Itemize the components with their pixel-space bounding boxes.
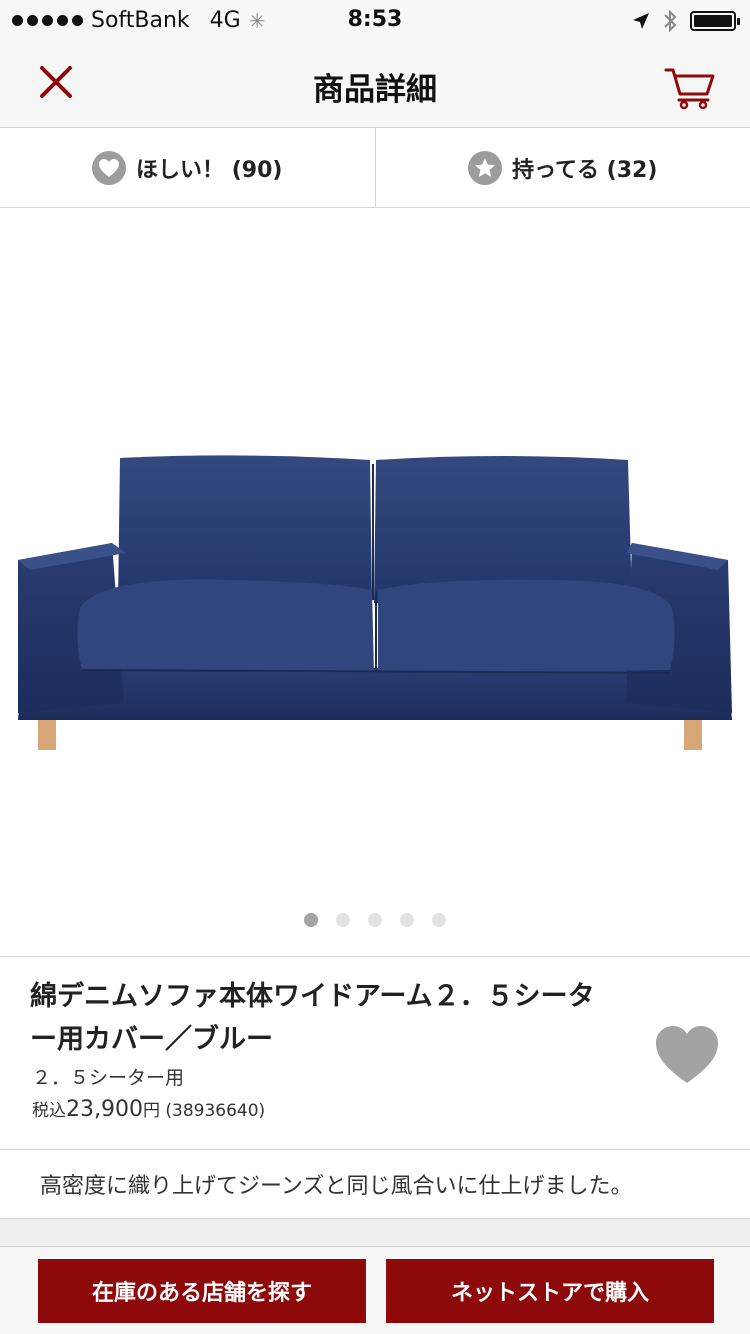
page-title: 商品詳細: [313, 72, 437, 108]
carousel-dot[interactable]: [368, 913, 382, 927]
section-divider: [0, 1218, 750, 1248]
carousel-pagination[interactable]: [0, 913, 750, 927]
star-icon: [468, 150, 503, 185]
product-name-line-1: 綿デニムソファ本体ワイドアーム２．５シータ: [30, 981, 595, 1012]
navigation-bar: 商品詳細: [0, 40, 750, 128]
price-prefix: 税込: [32, 1101, 66, 1121]
product-info: 綿デニムソファ本体ワイドアーム２．５シータ ー用カバー／ブルー ２．５シーター用…: [0, 956, 750, 1150]
have-label: 持ってる (32): [512, 157, 658, 183]
product-description: 高密度に織り上げてジーンズと同じ風合いに仕上げました。: [40, 1174, 633, 1199]
bluetooth-icon: [664, 9, 677, 33]
product-code: (38936640): [165, 1101, 266, 1121]
product-name: 綿デニムソファ本体ワイドアーム２．５シータ ー用カバー／ブルー: [30, 975, 630, 1061]
buy-online-button[interactable]: ネットストアで購入: [386, 1259, 714, 1323]
have-button[interactable]: 持ってる (32): [374, 128, 750, 207]
product-price: 税込23,900円 (38936640): [32, 1096, 265, 1122]
product-variant: ２．５シーター用: [32, 1067, 185, 1089]
want-button[interactable]: ほしい！ (90): [0, 128, 375, 207]
carousel-dot[interactable]: [336, 913, 350, 927]
want-have-bar: ほしい！ (90) 持ってる (32): [0, 128, 750, 208]
status-bar: SoftBank 4G ✳ 8:53: [0, 0, 750, 40]
bottom-action-bar: 在庫のある店舗を探す ネットストアで購入: [0, 1246, 750, 1334]
product-name-line-2: ー用カバー／ブルー: [30, 1024, 273, 1055]
battery-icon: [690, 11, 740, 31]
location-arrow-icon: [633, 13, 649, 29]
find-store-button[interactable]: 在庫のある店舗を探す: [38, 1259, 366, 1323]
carousel-dot[interactable]: [304, 913, 318, 927]
status-right: [632, 8, 740, 34]
product-image-sofa[interactable]: [0, 208, 750, 908]
price-unit: 円: [142, 1101, 160, 1121]
carousel-dot[interactable]: [432, 913, 446, 927]
price-value: 23,900: [66, 1097, 143, 1122]
cart-icon[interactable]: [664, 64, 716, 110]
heart-icon: [92, 150, 127, 185]
carousel-dot[interactable]: [400, 913, 414, 927]
favorite-heart-icon[interactable]: [654, 1025, 720, 1085]
want-label: ほしい！ (90): [136, 157, 283, 183]
